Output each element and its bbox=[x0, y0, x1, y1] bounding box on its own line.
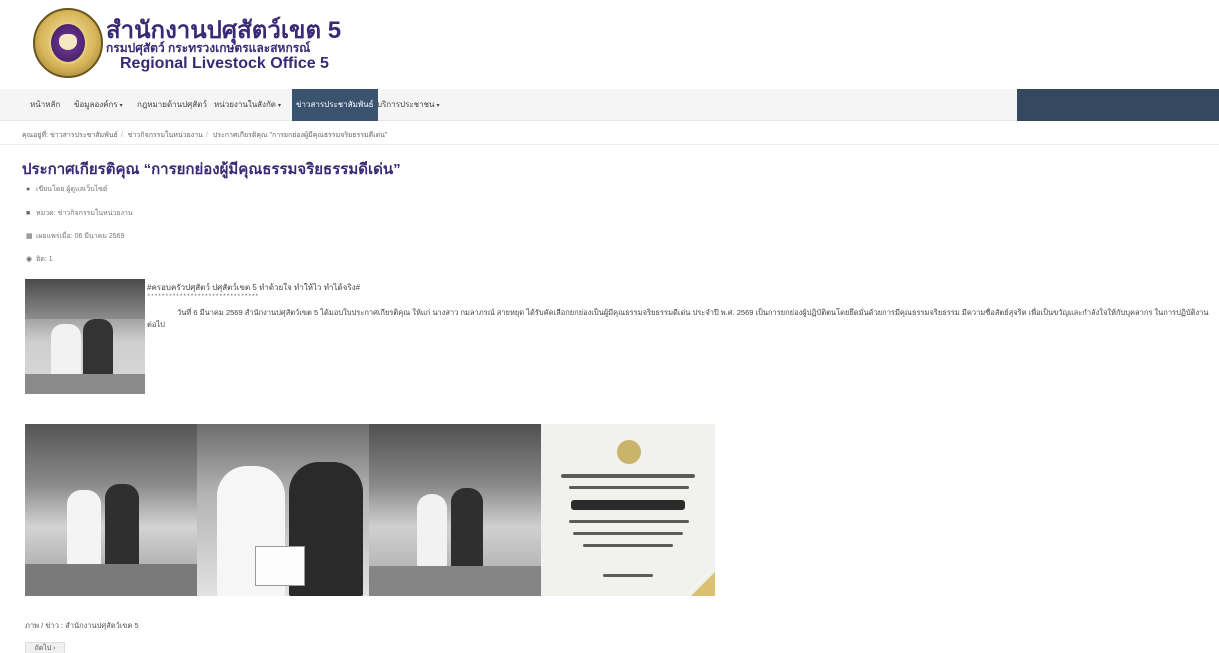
breadcrumb-current: ประกาศเกียรติคุณ "การยกย่องผู้มีคุณธรรมจ… bbox=[212, 132, 388, 139]
next-article-button[interactable]: ถัดไป › bbox=[25, 642, 65, 653]
main-navbar: หน้าหลัก ข้อมูลองค์กร ▾ กฎหมายด้านปศุสัตว… bbox=[0, 89, 1219, 121]
nav-item-news[interactable]: ข่าวสารประชาสัมพันธ์ bbox=[292, 89, 378, 121]
folder-icon: ■ bbox=[26, 210, 31, 217]
nav-item-organization[interactable]: ข้อมูลองค์กร ▾ bbox=[70, 89, 127, 121]
user-icon: ● bbox=[26, 186, 31, 193]
gallery-photo-3[interactable] bbox=[369, 424, 541, 596]
gallery-photo-certificate[interactable] bbox=[541, 424, 715, 596]
certificate-name bbox=[571, 500, 685, 510]
site-title-english: Regional Livestock Office 5 bbox=[120, 55, 329, 72]
article-author: ● เขียนโดย ผู้ดูแลเว็บไซต์ bbox=[26, 186, 108, 193]
nav-item-agencies[interactable]: หน่วยงานในสังกัด ▾ bbox=[210, 89, 285, 121]
article-separator-stars: ******************************* bbox=[147, 293, 259, 300]
breadcrumb-link-news[interactable]: ข่าวสารประชาสัมพันธ์ bbox=[50, 132, 118, 139]
divider bbox=[0, 144, 1219, 145]
chevron-down-icon: ▾ bbox=[278, 103, 282, 109]
photo-gallery bbox=[25, 424, 715, 596]
certificate-seal bbox=[617, 440, 641, 464]
article-hits: ◉ ฮิต: 1 bbox=[26, 256, 53, 263]
article-category: ■ หมวด: ข่าวกิจกรรมในหน่วยงาน bbox=[26, 210, 133, 217]
chevron-down-icon: ▾ bbox=[436, 103, 440, 109]
nav-item-laws[interactable]: กฎหมายด้านปศุสัตว์ bbox=[133, 89, 211, 121]
site-header: สำนักงานปศุสัตว์เขต 5 กรมปศุสัตว์ กระทรว… bbox=[0, 0, 1219, 86]
nav-item-services[interactable]: บริการประชาชน ▾ bbox=[373, 89, 444, 121]
calendar-icon: ▦ bbox=[26, 233, 33, 240]
article-published: ▦ เผยแพร่เมื่อ: 06 มีนาคม 2569 bbox=[26, 233, 125, 240]
department-logo[interactable] bbox=[33, 8, 103, 78]
logo-cow-icon bbox=[59, 34, 77, 50]
gallery-photo-2[interactable] bbox=[197, 424, 369, 596]
nav-search-area bbox=[1017, 89, 1219, 121]
breadcrumb-prefix: คุณอยู่ที่: bbox=[22, 132, 49, 139]
article-title: ประกาศเกียรติคุณ “การยกย่องผู้มีคุณธรรมจ… bbox=[22, 161, 401, 178]
gallery-photo-1[interactable] bbox=[25, 424, 197, 596]
article-intro-image[interactable] bbox=[25, 279, 145, 394]
article-body: วันที่ 6 มีนาคม 2569 สำนักงานปศุสัตว์เขต… bbox=[147, 308, 1209, 329]
eye-icon: ◉ bbox=[26, 256, 33, 263]
breadcrumb: คุณอยู่ที่: ข่าวสารประชาสัมพันธ์ / ข่าวกิ… bbox=[22, 132, 388, 139]
chevron-down-icon: ▾ bbox=[119, 103, 123, 109]
photo-credit: ภาพ / ข่าว : สำนักงานปศุสัตว์เขต 5 bbox=[25, 621, 139, 630]
breadcrumb-link-activities[interactable]: ข่าวกิจกรรมในหน่วยงาน bbox=[128, 132, 203, 139]
nav-item-home[interactable]: หน้าหลัก bbox=[26, 89, 64, 121]
